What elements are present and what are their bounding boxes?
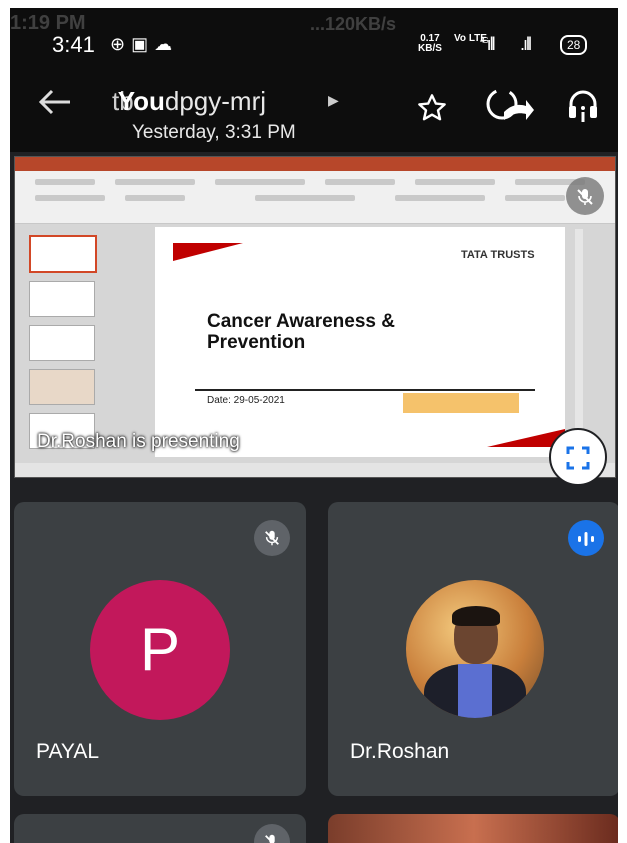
mic-off-icon xyxy=(254,520,290,556)
participant-name: PAYAL xyxy=(36,740,100,763)
slide-brand: TATA TRUSTS xyxy=(461,249,535,261)
meeting-code: dpgy-mrj xyxy=(164,86,267,116)
phone-screen: 1:19 PM ...120KB/s 3:41 ⊕▣☁ 0.17 KB/S Vo … xyxy=(10,8,618,843)
slide-thumbnail[interactable] xyxy=(29,281,95,317)
battery-indicator: 28 xyxy=(560,35,588,55)
grid-app-icon: ⊕ xyxy=(110,34,132,54)
slide-thumbnail[interactable] xyxy=(29,235,97,273)
slide-divider xyxy=(195,389,535,391)
slide-scrollbar[interactable] xyxy=(575,229,583,449)
participant-tile[interactable] xyxy=(14,814,306,843)
net-speed: 0.17 KB/S xyxy=(418,33,442,54)
powerpoint-statusbar xyxy=(15,463,615,477)
signal-bars-icon: .ıll xyxy=(520,34,532,54)
cloud-icon: ☁ xyxy=(154,34,179,54)
slide-thumbnails xyxy=(19,229,99,453)
status-notification-icons: ⊕▣☁ xyxy=(110,34,178,55)
title-chevron-icon[interactable]: ▶ xyxy=(328,92,339,109)
status-bar: 1:19 PM ...120KB/s 3:41 ⊕▣☁ 0.17 KB/S Vo … xyxy=(10,8,618,68)
ghost-speed: ...120KB/s xyxy=(310,14,397,34)
slide-thumbnail[interactable] xyxy=(29,325,95,361)
participant-tile-payal[interactable]: P PAYAL xyxy=(14,502,306,796)
fullscreen-icon[interactable] xyxy=(549,428,607,486)
star-icon[interactable] xyxy=(416,92,448,129)
meeting-title[interactable]: tbYoudpgy-mrj xyxy=(112,86,282,117)
speaking-indicator-icon xyxy=(568,520,604,556)
switch-camera-share-icon[interactable] xyxy=(482,84,534,133)
participant-tile[interactable] xyxy=(328,814,618,843)
mic-off-icon xyxy=(566,177,604,215)
mic-off-icon xyxy=(254,824,290,843)
title-you: You xyxy=(117,86,165,116)
powerpoint-ribbon xyxy=(15,171,615,224)
participant-name: Dr.Roshan xyxy=(350,740,450,763)
participant-tile-roshan[interactable]: Dr.Roshan xyxy=(328,502,618,796)
meeting-subtitle: Yesterday, 3:31 PM xyxy=(132,122,296,143)
slide-presenter-box xyxy=(403,393,519,413)
slide-red-banner xyxy=(173,243,243,261)
current-slide: TATA TRUSTS Cancer Awareness & Preventio… xyxy=(155,227,565,457)
slide-date: Date: 29-05-2021 xyxy=(207,395,285,406)
powerpoint-titlebar xyxy=(15,157,615,171)
presentation-screen[interactable]: TATA TRUSTS Cancer Awareness & Preventio… xyxy=(14,156,616,478)
slide-thumbnail[interactable] xyxy=(29,369,95,405)
avatar: P xyxy=(90,580,230,720)
headset-audio-icon[interactable] xyxy=(566,86,600,131)
status-time: 3:41 xyxy=(52,32,95,57)
back-arrow-icon[interactable] xyxy=(34,82,74,131)
meeting-header: tbYoudpgy-mrj ▶ Yesterday, 3:31 PM xyxy=(10,68,618,152)
slide-title: Cancer Awareness & Prevention xyxy=(207,311,395,353)
signal-4g-icon: 4Gıll xyxy=(480,34,496,54)
avatar xyxy=(406,580,544,718)
messenger-icon: ▣ xyxy=(131,34,155,54)
presenter-label: Dr.Roshan is presenting xyxy=(37,431,240,452)
